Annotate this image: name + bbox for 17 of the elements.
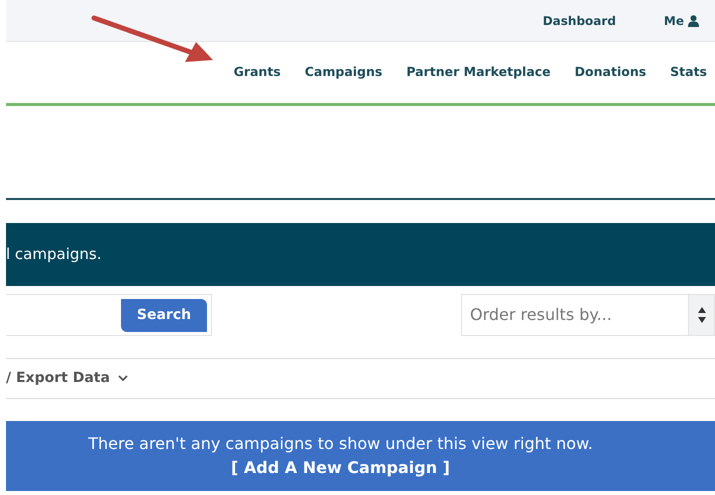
top-link[interactable]: Me <box>664 12 699 30</box>
chevron-down-icon <box>118 375 128 382</box>
sort-icon <box>696 306 706 324</box>
nav-link[interactable]: Stats <box>670 63 707 82</box>
export-data-dropdown[interactable]: / Export Data <box>6 368 128 389</box>
search-button[interactable]: Search <box>121 298 207 332</box>
search-field[interactable]: Search <box>6 294 212 336</box>
select-placeholder: Order results by... <box>469 304 613 326</box>
nav-link[interactable]: Grants <box>234 63 281 82</box>
banner-text: l campaigns. <box>6 244 102 266</box>
order-select[interactable]: Order results by... <box>461 294 715 336</box>
add-campaign-link[interactable]: [ Add A New Campaign ] <box>231 456 450 480</box>
nav-link[interactable]: Partner Marketplace <box>406 63 551 82</box>
top-link[interactable]: Dashboard <box>542 12 616 30</box>
nav-link[interactable]: Donations <box>574 63 646 82</box>
empty-message: There aren't any campaigns to show under this view right now. <box>88 433 593 455</box>
nav-link[interactable]: Campaigns <box>304 63 382 82</box>
